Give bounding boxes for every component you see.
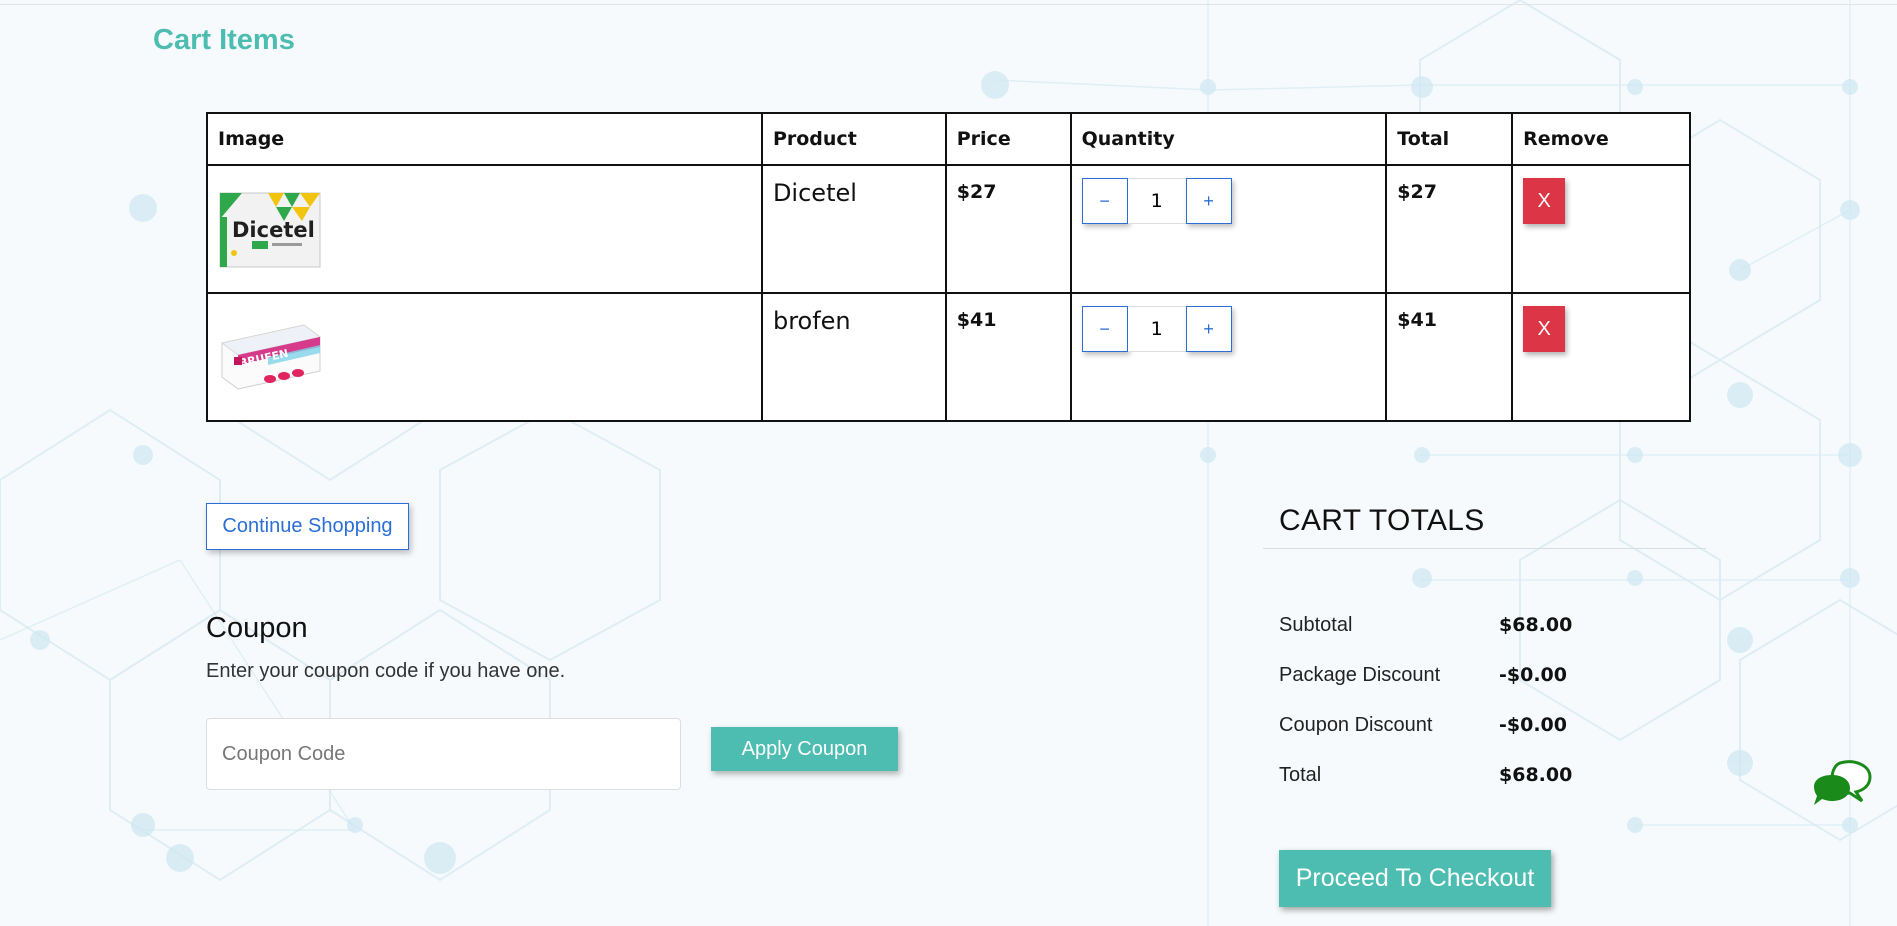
- coupon-discount-value: -$0.00: [1499, 714, 1567, 736]
- col-price: Price: [944, 112, 1072, 166]
- cart-totals-title: CART TOTALS: [1279, 504, 1485, 537]
- product-image-dicetel[interactable]: Dicetel: [218, 187, 322, 271]
- cart-table-header: Image Product Price Quantity Total Remov…: [206, 112, 1691, 166]
- cart-table: Image Product Price Quantity Total Remov…: [206, 112, 1691, 422]
- decrement-button[interactable]: −: [1081, 306, 1128, 352]
- quantity-stepper: − +: [1081, 306, 1376, 352]
- col-remove: Remove: [1511, 112, 1691, 166]
- col-image: Image: [206, 112, 763, 166]
- svg-text:Dicetel: Dicetel: [232, 218, 315, 242]
- coupon-code-input[interactable]: [206, 718, 681, 790]
- decrement-button[interactable]: −: [1081, 178, 1128, 224]
- product-image-brufen[interactable]: BRUFEN: [218, 315, 322, 399]
- coupon-description: Enter your coupon code if you have one.: [206, 660, 566, 682]
- close-icon: X: [1537, 317, 1551, 340]
- line-total: $27: [1397, 181, 1437, 203]
- total-cell: $27: [1385, 164, 1514, 294]
- proceed-to-checkout-button[interactable]: Proceed To Checkout: [1279, 850, 1551, 907]
- product-name-cell: brofen: [760, 292, 947, 422]
- quantity-cell: − +: [1069, 292, 1388, 422]
- grand-total-row: Total $68.00: [1279, 764, 1572, 787]
- quantity-input[interactable]: [1127, 306, 1186, 352]
- totals-divider: [1263, 548, 1706, 549]
- col-quantity: Quantity: [1069, 112, 1388, 166]
- table-row: Dicetel Dicetel $27 − 1 + $27 X: [206, 164, 1691, 294]
- quantity-stepper: − +: [1081, 178, 1376, 224]
- package-discount-label: Package Discount: [1279, 664, 1441, 686]
- price-cell: $41: [944, 292, 1072, 422]
- minus-icon: −: [1099, 190, 1110, 211]
- quantity-input[interactable]: [1127, 178, 1186, 224]
- total-cell: $41: [1385, 292, 1514, 422]
- price-cell: $27: [944, 164, 1072, 294]
- product-name[interactable]: brofen: [773, 305, 935, 335]
- cart-items-title: Cart Items: [153, 24, 295, 56]
- product-price: $27: [956, 181, 997, 203]
- table-row: BRUFEN brofen $41 − 1 + $41 X: [206, 292, 1691, 422]
- chat-bubbles-icon[interactable]: [1810, 757, 1874, 811]
- col-product: Product: [760, 112, 947, 166]
- remove-cell: X: [1511, 164, 1691, 294]
- subtotal-row: Subtotal $68.00: [1279, 614, 1572, 637]
- product-image-cell: BRUFEN: [206, 292, 763, 422]
- coupon-discount-row: Coupon Discount -$0.00: [1279, 714, 1567, 737]
- subtotal-label: Subtotal: [1279, 614, 1353, 636]
- package-discount-row: Package Discount -$0.00: [1279, 664, 1567, 687]
- product-name[interactable]: Dicetel: [773, 177, 935, 207]
- coupon-title: Coupon: [206, 612, 308, 644]
- line-total: $41: [1397, 309, 1437, 331]
- product-image-cell: Dicetel: [206, 164, 763, 294]
- remove-item-button[interactable]: X: [1523, 306, 1566, 352]
- product-name-cell: Dicetel: [760, 164, 947, 294]
- minus-icon: −: [1099, 318, 1110, 339]
- package-discount-value: -$0.00: [1499, 664, 1567, 686]
- plus-icon: +: [1203, 318, 1214, 339]
- subtotal-value: $68.00: [1499, 614, 1573, 636]
- top-divider: [0, 4, 1897, 5]
- plus-icon: +: [1203, 190, 1214, 211]
- remove-cell: X: [1511, 292, 1691, 422]
- quantity-cell: − +: [1069, 164, 1388, 294]
- apply-coupon-button[interactable]: Apply Coupon: [711, 727, 898, 771]
- close-icon: X: [1537, 189, 1551, 212]
- increment-button[interactable]: +: [1185, 178, 1232, 224]
- remove-item-button[interactable]: X: [1523, 178, 1566, 224]
- grand-total-value: $68.00: [1499, 764, 1573, 786]
- product-price: $41: [956, 309, 997, 331]
- increment-button[interactable]: +: [1185, 306, 1232, 352]
- grand-total-label: Total: [1279, 764, 1322, 786]
- continue-shopping-button[interactable]: Continue Shopping: [206, 503, 409, 550]
- col-total: Total: [1385, 112, 1514, 166]
- cart-page: Cart Items Image Product Price Quantity …: [0, 0, 1897, 926]
- coupon-discount-label: Coupon Discount: [1279, 714, 1433, 736]
